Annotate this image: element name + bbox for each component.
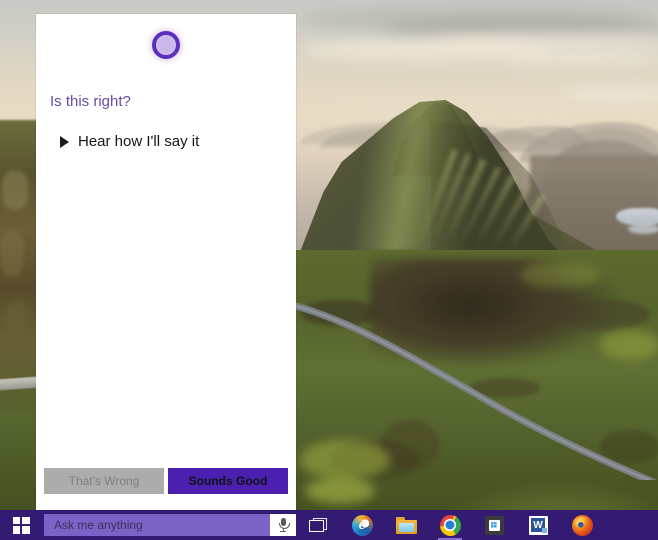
hear-preview-button[interactable]: Hear how I'll say it — [60, 133, 282, 151]
cloud-band — [500, 52, 658, 64]
search-input[interactable]: Ask me anything — [44, 518, 270, 532]
desktop: Is this right? Hear how I'll say it That… — [0, 0, 658, 540]
cliff-rock — [2, 170, 28, 210]
edge-icon-glyph: e — [358, 516, 366, 533]
microphone-icon — [278, 518, 290, 532]
word-icon: W — [528, 515, 548, 535]
taskbar-item-firefox[interactable] — [560, 510, 604, 540]
taskbar-item-word[interactable]: W — [516, 510, 560, 540]
store-icon — [484, 515, 504, 535]
firefox-icon — [571, 514, 593, 536]
loch-water — [628, 224, 658, 234]
start-button[interactable] — [0, 510, 42, 540]
search-box[interactable]: Ask me anything — [44, 514, 296, 536]
confirmation-heading: Is this right? — [50, 93, 131, 110]
chrome-icon — [439, 514, 461, 536]
windows-logo-pane — [12, 526, 20, 534]
task-view-icon — [309, 518, 327, 532]
windows-logo-pane — [12, 516, 20, 524]
cortana-ring-icon — [147, 26, 185, 64]
taskbar-item-file-explorer[interactable] — [384, 510, 428, 540]
cliff-rock — [0, 230, 24, 276]
hear-preview-label: Hear how I'll say it — [78, 133, 200, 150]
taskbar-item-edge[interactable]: e — [340, 510, 384, 540]
moss-patch — [520, 262, 600, 288]
taskbar: Ask me anything e W — [0, 510, 658, 540]
microphone-button[interactable] — [270, 514, 296, 536]
cortana-ring-stroke — [152, 31, 180, 59]
cortana-panel-footer: That's Wrong Sounds Good — [36, 464, 296, 510]
taskbar-item-chrome[interactable] — [428, 510, 472, 540]
cortana-panel: Is this right? Hear how I'll say it That… — [36, 14, 296, 510]
cloud-band — [430, 34, 658, 48]
file-explorer-icon — [395, 516, 417, 534]
sounds-good-button[interactable]: Sounds Good — [168, 468, 288, 494]
windows-logo-icon — [12, 516, 30, 534]
cortana-logo-container — [36, 14, 296, 76]
thats-wrong-button[interactable]: That's Wrong — [44, 468, 164, 494]
taskbar-item-store[interactable] — [472, 510, 516, 540]
play-triangle-icon — [60, 136, 69, 148]
taskbar-item-task-view[interactable] — [296, 510, 340, 540]
edge-icon: e — [351, 514, 373, 536]
windows-logo-pane — [22, 526, 30, 534]
cortana-panel-body: Is this right? Hear how I'll say it — [36, 76, 296, 464]
moss-patch — [305, 478, 375, 504]
windows-logo-pane — [22, 516, 30, 524]
cliff-rock — [6, 300, 28, 338]
